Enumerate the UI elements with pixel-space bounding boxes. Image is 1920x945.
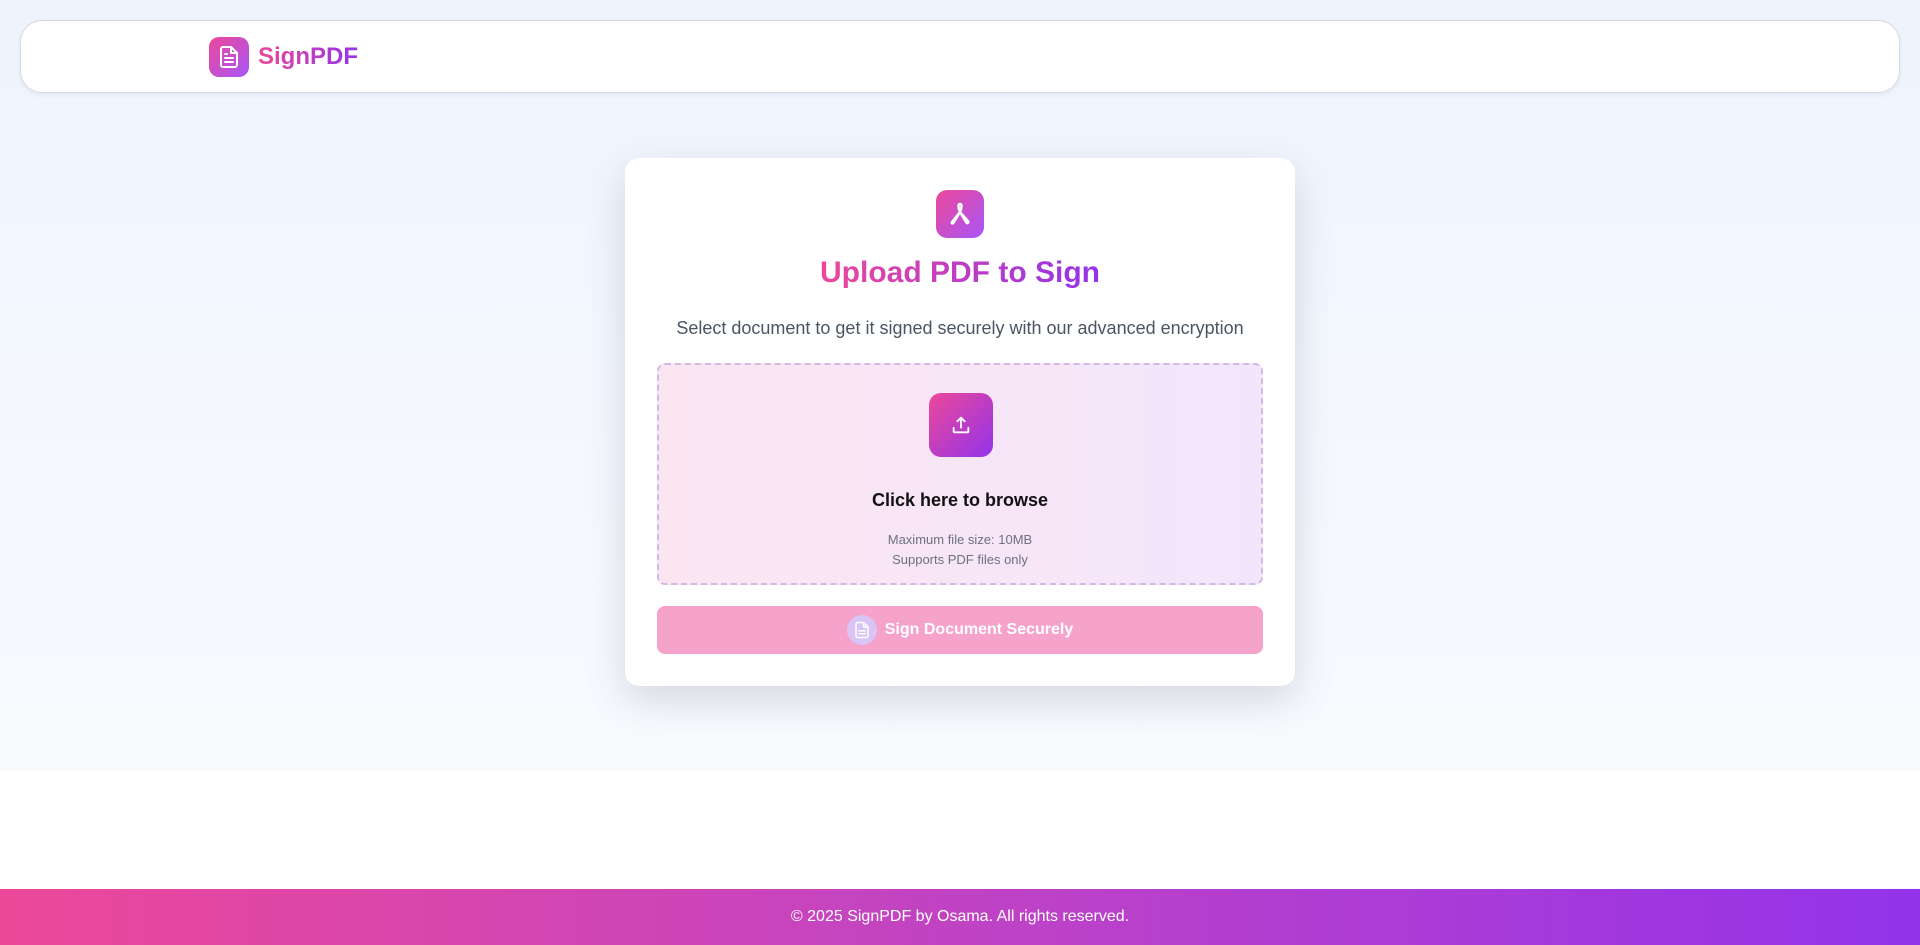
brand-link[interactable]: SignPDF: [209, 37, 358, 77]
format-hint: Supports PDF files only: [892, 552, 1028, 567]
sign-document-button[interactable]: Sign Document Securely: [657, 606, 1263, 654]
browse-label[interactable]: Click here to browse: [659, 490, 1261, 511]
document-icon: [209, 37, 249, 77]
card-subtitle: Select document to get it signed securel…: [676, 318, 1244, 338]
brand-name: SignPDF: [258, 43, 358, 70]
sign-button-label: Sign Document Securely: [884, 621, 1074, 638]
upload-card: Upload PDF to Sign Select document to ge…: [625, 158, 1295, 686]
card-title: Upload PDF to Sign: [820, 256, 1100, 289]
upload-icon: [929, 393, 993, 457]
max-size-hint: Maximum file size: 10MB: [887, 532, 1033, 547]
file-dropzone[interactable]: Click here to browse Maximum file size: …: [657, 363, 1263, 585]
navbar: SignPDF: [20, 20, 1900, 93]
footer: © 2025 SignPDF by Osama. All rights rese…: [0, 889, 1920, 945]
pdf-icon: [936, 190, 984, 238]
document-icon: [846, 615, 877, 645]
copyright-text: © 2025 SignPDF by Osama. All rights rese…: [790, 908, 1130, 925]
